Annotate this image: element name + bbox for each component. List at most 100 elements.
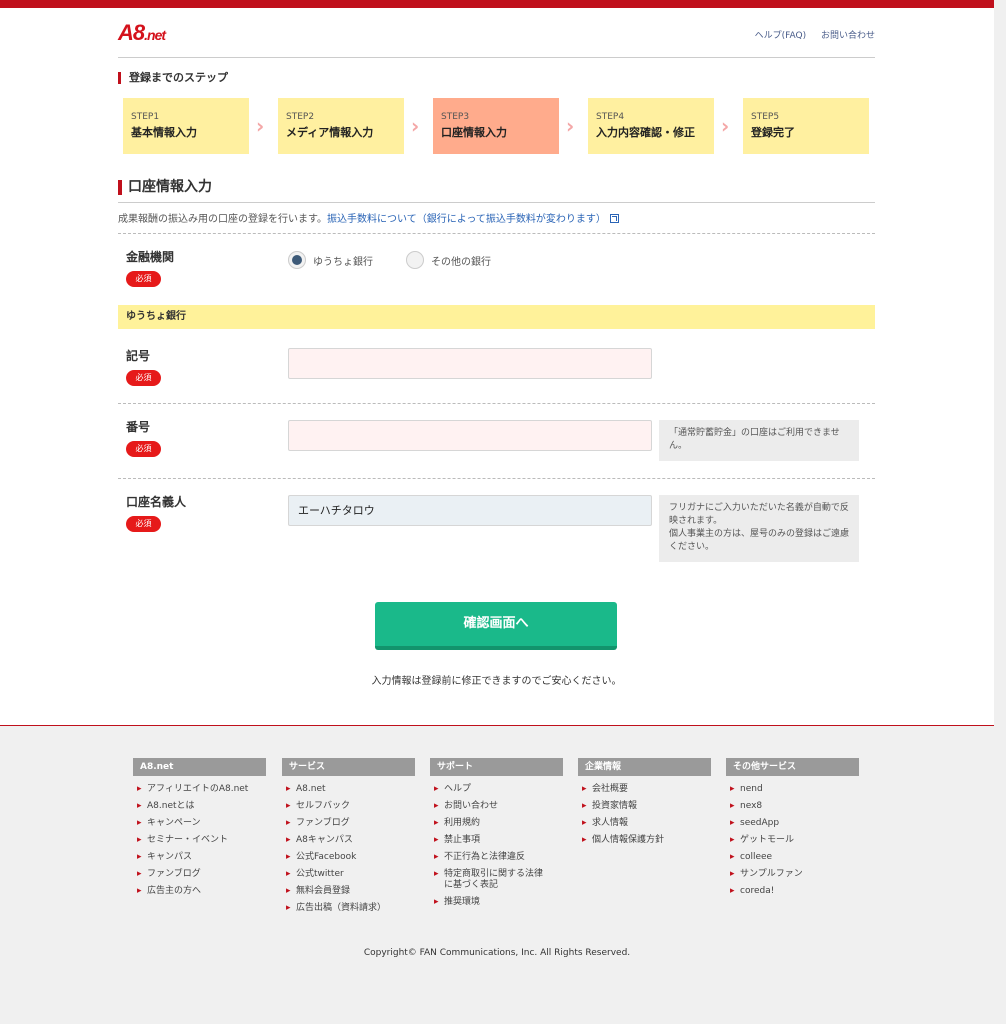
footer-link[interactable]: ヘルプ [430, 784, 563, 795]
footer-link[interactable]: nex8 [726, 801, 859, 812]
footer-link[interactable]: coreda! [726, 886, 859, 897]
footer-col-company: 企業情報 会社概要 投資家情報 求人情報 個人情報保護方針 [578, 758, 711, 852]
footer-link[interactable]: ゲットモール [726, 835, 859, 846]
external-link-icon [609, 214, 619, 223]
step-number: STEP5 [751, 112, 780, 122]
footer-link[interactable]: 公式Facebook [282, 852, 415, 863]
site-footer: A8.net アフィリエイトのA8.net A8.netとは キャンペーン セミ… [0, 725, 994, 1024]
step-label: 基本情報入力 [131, 126, 197, 139]
account-holder-input[interactable]: エーハチタロウ [288, 495, 652, 526]
footer-link[interactable]: セルフバック [282, 801, 415, 812]
step-label: 登録完了 [751, 126, 795, 139]
page-title: 口座情報入力 [118, 178, 875, 203]
transfer-fee-link[interactable]: 振込手数料について（銀行によって振込手数料が変わります） [327, 214, 606, 225]
required-badge: 必須 [126, 516, 161, 532]
required-badge: 必須 [126, 370, 161, 386]
footer-col-service: サービス A8.net セルフバック ファンブログ A8キャンパス 公式Face… [282, 758, 415, 920]
step-arrow-icon: › [566, 114, 575, 138]
footer-link[interactable]: アフィリエイトのA8.net [133, 784, 266, 795]
footer-link[interactable]: 広告主の方へ [133, 886, 266, 897]
footer-link[interactable]: 禁止事項 [430, 835, 563, 846]
step-3: STEP3 口座情報入力 [433, 98, 559, 154]
bangou-label: 番号 [126, 420, 151, 434]
footer-link[interactable]: seedApp [726, 818, 859, 829]
divider [118, 478, 875, 479]
contact-link[interactable]: お問い合わせ [821, 31, 875, 41]
top-accent-bar [0, 0, 994, 8]
footer-col-title: サービス [282, 758, 415, 776]
footer-link[interactable]: A8.net [282, 784, 415, 795]
required-badge: 必須 [126, 271, 161, 287]
footer-col-title: サポート [430, 758, 563, 776]
account-holder-note: フリガナにご入力いただいた名義が自動で反映されます。 個人事業主の方は、屋号のみ… [659, 495, 859, 562]
footer-col-other-services: その他サービス nend nex8 seedApp ゲットモール colleee… [726, 758, 859, 903]
footer-link[interactable]: 広告出稿（資料請求） [282, 903, 415, 914]
divider [118, 403, 875, 404]
logo-main: A8 [118, 20, 145, 45]
step-number: STEP1 [131, 112, 160, 122]
step-2: STEP2 メディア情報入力 [278, 98, 404, 154]
footer-link[interactable]: colleee [726, 852, 859, 863]
footer-col-title: 企業情報 [578, 758, 711, 776]
yucho-section-header: ゆうちょ銀行 [118, 305, 875, 329]
footer-link[interactable]: 不正行為と法律違反 [430, 852, 563, 863]
footer-link[interactable]: 特定商取引に関する法律に基づく表記 [430, 869, 548, 891]
step-number: STEP4 [596, 112, 625, 122]
radio-other-bank[interactable]: その他の銀行 [406, 251, 491, 269]
step-label: 入力内容確認・修正 [596, 126, 695, 139]
footer-link[interactable]: ファンブログ [282, 818, 415, 829]
step-label: メディア情報入力 [286, 126, 374, 139]
help-faq-link[interactable]: ヘルプ(FAQ) [755, 31, 806, 41]
step-label: 口座情報入力 [441, 126, 507, 139]
footer-link[interactable]: サンプルファン [726, 869, 859, 880]
footer-link[interactable]: キャンパス [133, 852, 266, 863]
copyright: Copyright© FAN Communications, Inc. All … [363, 948, 631, 958]
confirm-button[interactable]: 確認画面へ [375, 602, 617, 650]
logo-suffix: .net [144, 27, 166, 43]
footer-link[interactable]: 求人情報 [578, 818, 711, 829]
radio-yucho-bank[interactable]: ゆうちょ銀行 [288, 251, 373, 269]
intro-description: 成果報酬の振込み用の口座の登録を行います。 [118, 214, 327, 225]
footer-link[interactable]: ファンブログ [133, 869, 266, 880]
steps-label: 登録までのステップ [118, 72, 228, 84]
footer-link[interactable]: 個人情報保護方針 [578, 835, 711, 846]
intro-text: 成果報酬の振込み用の口座の登録を行います。振込手数料について（銀行によって振込手… [118, 210, 619, 225]
radio-unchecked-icon[interactable] [406, 251, 424, 269]
footer-link[interactable]: 会社概要 [578, 784, 711, 795]
radio-checked-icon[interactable] [288, 251, 306, 269]
footer-link[interactable]: 利用規約 [430, 818, 563, 829]
footer-link[interactable]: A8.netとは [133, 801, 266, 812]
scrollbar[interactable] [994, 0, 1006, 1024]
step-5: STEP5 登録完了 [743, 98, 869, 154]
header-links: ヘルプ(FAQ) お問い合わせ [743, 28, 875, 41]
a8-logo[interactable]: A8.net [118, 20, 166, 46]
bangou-note: 「通常貯蓄貯金」の口座はご利用できません。 [659, 420, 859, 461]
step-1: STEP1 基本情報入力 [123, 98, 249, 154]
main-page: A8.net ヘルプ(FAQ) お問い合わせ 登録までのステップ STEP1 基… [118, 8, 875, 687]
footer-link[interactable]: セミナー・イベント [133, 835, 266, 846]
step-arrow-icon: › [721, 114, 730, 138]
footer-link[interactable]: 推奨環境 [430, 897, 563, 908]
radio-label: その他の銀行 [431, 256, 491, 268]
footer-link[interactable]: 無料会員登録 [282, 886, 415, 897]
footer-col-title: その他サービス [726, 758, 859, 776]
account-holder-label: 口座名義人 [126, 495, 187, 509]
footer-link[interactable]: お問い合わせ [430, 801, 563, 812]
bangou-input[interactable] [288, 420, 652, 451]
step-arrow-icon: › [256, 114, 265, 138]
footer-link[interactable]: キャンペーン [133, 818, 266, 829]
footer-link[interactable]: nend [726, 784, 859, 795]
step-arrow-icon: › [411, 114, 420, 138]
kigou-input[interactable] [288, 348, 652, 379]
divider [118, 233, 875, 234]
step-number: STEP2 [286, 112, 315, 122]
footer-link[interactable]: A8キャンパス [282, 835, 415, 846]
footer-link[interactable]: 投資家情報 [578, 801, 711, 812]
step-indicator: STEP1 基本情報入力 › STEP2 メディア情報入力 › STEP3 口座… [123, 98, 875, 154]
footer-col-title: A8.net [133, 758, 266, 776]
bank-label: 金融機関 [126, 250, 175, 264]
site-header: A8.net ヘルプ(FAQ) お問い合わせ [118, 8, 875, 58]
reassure-text: 入力情報は登録前に修正できますのでご安心ください。 [371, 676, 622, 687]
footer-link[interactable]: 公式twitter [282, 869, 415, 880]
step-number: STEP3 [441, 112, 470, 122]
